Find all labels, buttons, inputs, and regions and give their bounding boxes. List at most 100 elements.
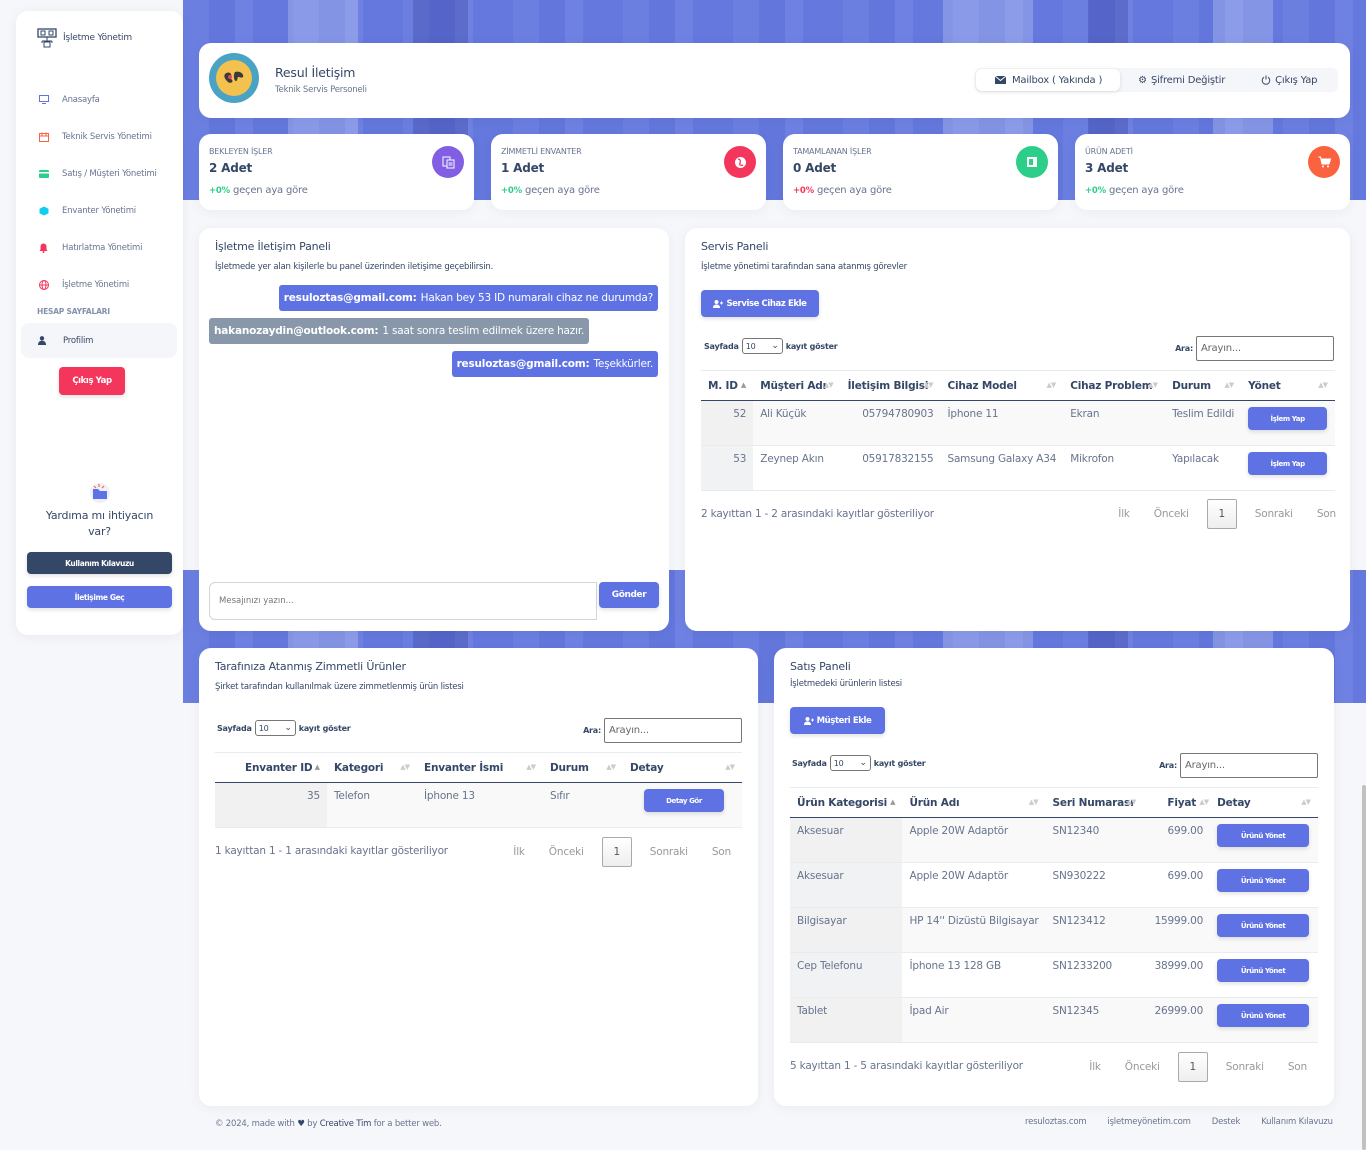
send-button[interactable]: Gönder (599, 582, 659, 608)
page-length-select[interactable]: 10 ⌄ (254, 720, 296, 736)
process-button[interactable]: İşlem Yap (1248, 452, 1328, 475)
column-header[interactable]: Detay ▲▼ (1210, 787, 1318, 818)
search-input[interactable]: Arayın... (1196, 336, 1334, 361)
column-header-label: Detay (1217, 796, 1251, 809)
manage-product-button[interactable]: Ürünü Yönet (1217, 914, 1310, 937)
footer-link[interactable]: Kullanım Kılavuzu (1261, 1117, 1333, 1127)
column-header-label: Yönet (1248, 379, 1281, 392)
column-header[interactable]: Detay ▲▼ (623, 752, 742, 783)
sidebar-item-profilim[interactable]: Profilim (21, 323, 177, 358)
chevron-down-icon: ⌄ (284, 723, 292, 733)
page-scrollbar[interactable] (1362, 785, 1366, 1150)
cell-price: 15999.00 (1143, 907, 1211, 953)
sidebar-item-teknik-servis[interactable]: Teknik Servis Yönetimi (16, 118, 183, 155)
page-current[interactable]: 1 (1177, 1052, 1208, 1082)
add-customer-button[interactable]: Müşteri Ekle (790, 707, 885, 734)
cell-serial: SN12340 (1045, 817, 1144, 863)
page-last[interactable]: Son (700, 846, 743, 858)
table-header-row: Ürün Kategorisi ▲ Ürün Adı ▲▼ Seri Numaras… (790, 787, 1318, 818)
manage-product-button[interactable]: Ürünü Yönet (1217, 1004, 1310, 1027)
page-prev[interactable]: Önceki (537, 846, 596, 858)
page-next[interactable]: Sonraki (1214, 1061, 1276, 1073)
column-header-label: Envanter İsmi (424, 761, 504, 774)
sidebar-item-isletme[interactable]: İşletme Yönetimi (16, 266, 183, 303)
stat-delta-text: geçen aya göre (816, 185, 892, 196)
cell-serial: SN1233200 (1045, 952, 1144, 998)
detail-button[interactable]: Detay Gör (644, 789, 724, 812)
page-last[interactable]: Son (1305, 508, 1348, 520)
column-header[interactable]: Envanter İsmi ▲▼ (417, 752, 543, 783)
page-prev[interactable]: Önceki (1142, 508, 1201, 520)
add-service-device-button[interactable]: Servise Cihaz Ekle (701, 290, 819, 317)
manage-product-button[interactable]: Ürünü Yönet (1217, 959, 1310, 982)
chat-input-group: Gönder (209, 582, 659, 620)
chevron-down-icon: ⌄ (771, 341, 779, 351)
cell-category: Aksesuar (790, 817, 903, 863)
search-input[interactable]: Arayın... (1180, 753, 1318, 778)
logout-button[interactable]: Çıkış Yap (1243, 68, 1335, 92)
page-current[interactable]: 1 (1206, 499, 1237, 529)
footer-link[interactable]: Destek (1212, 1117, 1241, 1127)
page-length-select[interactable]: 10 ⌄ (829, 755, 871, 771)
column-header[interactable]: İletişim Bilgisi ▲▼ (840, 370, 941, 401)
sidebar-item-label: Profilim (63, 335, 94, 346)
sidebar-item-satis-musteri[interactable]: Satış / Müşteri Yönetimi (16, 155, 183, 192)
column-header[interactable]: Cihaz Problem ▲▼ (1063, 370, 1166, 401)
add-service-device-label: Servise Cihaz Ekle (726, 298, 807, 309)
column-header[interactable]: Envanter ID ▲ (215, 752, 327, 783)
page-length-select[interactable]: 10 ⌄ (741, 338, 783, 354)
brand[interactable]: İşletme Yönetim (37, 28, 132, 48)
column-header[interactable]: Cihaz Model ▲▼ (940, 370, 1064, 401)
footer-link[interactable]: resuloztas.com (1025, 1117, 1087, 1127)
cell-action: İşlem Yap (1241, 400, 1335, 446)
page-prev[interactable]: Önceki (1113, 1061, 1172, 1073)
logout-label: Çıkış Yap (1275, 74, 1318, 86)
page-length-prefix: Sayfada (704, 341, 739, 351)
column-header[interactable]: Yönet ▲▼ (1241, 370, 1335, 401)
cell-product: Apple 20W Adaptör (902, 862, 1046, 908)
stat-value: 3 Adet (1085, 161, 1129, 175)
page-next[interactable]: Sonraki (638, 846, 700, 858)
column-header-label: Ürün Adı (909, 796, 960, 809)
sidebar-item-envanter[interactable]: Envanter Yönetimi (16, 192, 183, 229)
mailbox-button[interactable]: Mailbox ( Yakında ) (976, 69, 1121, 91)
footer-link[interactable]: işletmeyönetim.com (1107, 1117, 1191, 1127)
page-length-control: Sayfada 10 ⌄ kayıt göster (217, 720, 351, 736)
stat-delta: +0% geçen aya göre (209, 185, 308, 196)
user-guide-button[interactable]: Kullanım Kılavuzu (27, 552, 172, 574)
page-first[interactable]: İlk (501, 846, 537, 858)
stat-delta: +0% geçen aya göre (793, 185, 892, 196)
cell-contact: 05917832155 (840, 445, 941, 491)
column-header[interactable]: Ürün Kategorisi ▲ (790, 787, 903, 818)
column-header[interactable]: Fiyat ▲▼ (1143, 787, 1211, 818)
column-header[interactable]: Durum ▲▼ (1165, 370, 1242, 401)
sort-icon: ▲▼ (1148, 381, 1158, 389)
column-header[interactable]: Ürün Adı ▲▼ (902, 787, 1046, 818)
search-label: Ara: (583, 726, 601, 735)
column-header[interactable]: Müşteri Adı ▲▼ (753, 370, 841, 401)
process-button[interactable]: İşlem Yap (1248, 407, 1328, 430)
page-first[interactable]: İlk (1106, 508, 1142, 520)
manage-product-button[interactable]: Ürünü Yönet (1217, 824, 1310, 847)
contact-button[interactable]: İletişime Geç (27, 586, 172, 608)
chat-input[interactable] (209, 582, 597, 620)
page-current[interactable]: 1 (601, 837, 632, 867)
page-next[interactable]: Sonraki (1243, 508, 1305, 520)
sidebar-logout-button[interactable]: Çıkış Yap (59, 367, 125, 395)
stat-title: TAMAMLANAN İŞLER (793, 147, 872, 156)
column-header[interactable]: Kategori ▲▼ (327, 752, 417, 783)
page-last[interactable]: Son (1276, 1061, 1319, 1073)
stat-delta-text: geçen aya göre (1108, 185, 1184, 196)
cell-serial: SN930222 (1045, 862, 1144, 908)
change-password-button[interactable]: ⚙ Şifremi Değiştir (1120, 68, 1243, 92)
column-header[interactable]: Seri Numarası ▲▼ (1045, 787, 1144, 818)
manage-product-button[interactable]: Ürünü Yönet (1217, 869, 1310, 892)
sort-icon: ▲▼ (823, 381, 834, 389)
search-input[interactable]: Arayın... (604, 718, 742, 743)
sidebar-item-anasayfa[interactable]: Anasayfa (16, 81, 183, 118)
footer-author-link[interactable]: Creative Tim (320, 1119, 372, 1129)
column-header[interactable]: Durum ▲▼ (543, 752, 623, 783)
sidebar-item-hatirlatma[interactable]: Hatırlatma Yönetimi (16, 229, 183, 266)
page-first[interactable]: İlk (1077, 1061, 1113, 1073)
column-header[interactable]: M. ID ▲ (701, 370, 754, 401)
